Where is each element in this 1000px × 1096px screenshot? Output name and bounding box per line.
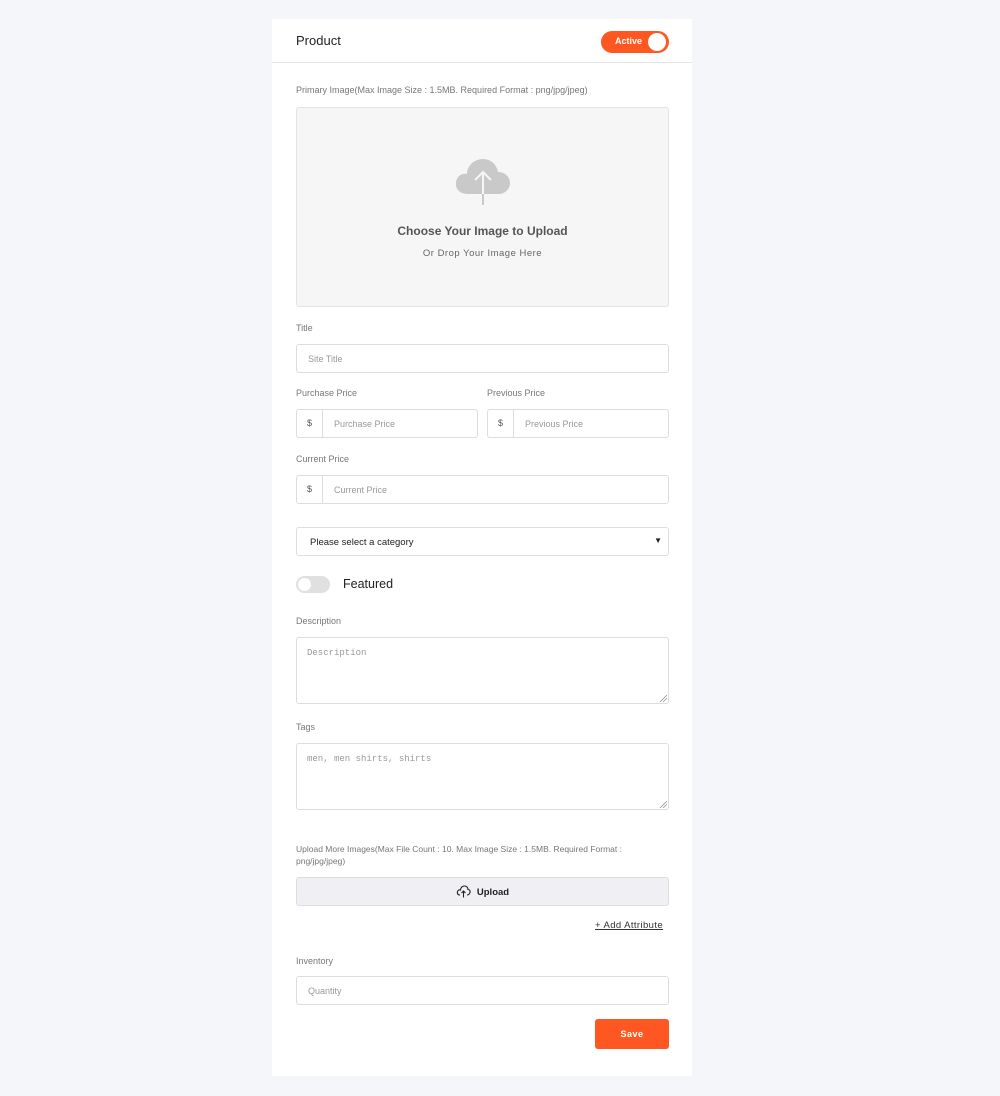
resize-handle-icon[interactable] [660, 695, 667, 702]
cloud-upload-icon [455, 159, 510, 205]
description-textarea[interactable]: Description [296, 637, 669, 704]
save-button[interactable]: Save [595, 1019, 669, 1049]
tags-label: Tags [296, 722, 316, 732]
dropzone-subtitle: Or Drop Your Image Here [422, 248, 543, 259]
upload-button-content: Upload [297, 885, 668, 898]
previous-price-placeholder: Previous Price [525, 419, 584, 429]
purchase-price-label: Purchase Price [296, 388, 358, 398]
dropdown-arrow-icon: ▼ [654, 536, 662, 545]
category-selected-value: Please select a category [310, 537, 414, 548]
title-input[interactable]: Site Title [296, 344, 669, 373]
tags-placeholder: men, men shirts, shirts [307, 754, 432, 764]
upload-button-label: Upload [476, 887, 510, 898]
resize-handle-icon[interactable] [660, 801, 667, 808]
active-toggle[interactable]: Active [601, 31, 669, 53]
upload-more-images-button[interactable]: Upload [296, 877, 669, 906]
current-price-input[interactable]: $ Current Price [296, 475, 669, 504]
primary-image-dropzone[interactable]: Choose Your Image to Upload Or Drop Your… [296, 107, 669, 307]
quantity-placeholder: Quantity [308, 986, 342, 996]
inventory-quantity-input[interactable]: Quantity [296, 976, 669, 1005]
page-title: Product [296, 33, 341, 48]
title-placeholder: Site Title [308, 354, 343, 364]
more-images-label: Upload More Images(Max File Count : 10. … [296, 844, 622, 866]
current-price-placeholder: Current Price [334, 485, 388, 495]
dropzone-title: Choose Your Image to Upload [397, 224, 568, 238]
previous-price-input[interactable]: $ Previous Price [487, 409, 669, 438]
category-select[interactable]: Please select a category ▼ [296, 527, 669, 556]
previous-price-label: Previous Price [487, 388, 546, 398]
cloud-upload-icon [456, 885, 471, 898]
currency-prefix: $ [297, 476, 323, 503]
currency-prefix: $ [488, 410, 514, 437]
active-toggle-label: Active [615, 36, 643, 46]
purchase-price-placeholder: Purchase Price [334, 419, 396, 429]
current-price-label: Current Price [296, 454, 350, 464]
purchase-price-input[interactable]: $ Purchase Price [296, 409, 478, 438]
tags-textarea[interactable]: men, men shirts, shirts [296, 743, 669, 810]
featured-toggle[interactable] [296, 576, 330, 593]
toggle-knob [298, 578, 311, 591]
description-label: Description [296, 616, 342, 626]
add-attribute-link[interactable]: + Add Attribute [595, 920, 663, 931]
featured-label: Featured [343, 577, 394, 591]
card-header: Product Active [272, 19, 692, 63]
inventory-label: Inventory [296, 956, 334, 966]
title-label: Title [296, 323, 313, 333]
toggle-knob [648, 33, 666, 51]
description-placeholder: Description [307, 648, 367, 658]
product-form-card: Product Active Primary Image(Max Image S… [272, 19, 692, 1076]
currency-prefix: $ [297, 410, 323, 437]
primary-image-label: Primary Image(Max Image Size : 1.5MB. Re… [296, 85, 588, 95]
